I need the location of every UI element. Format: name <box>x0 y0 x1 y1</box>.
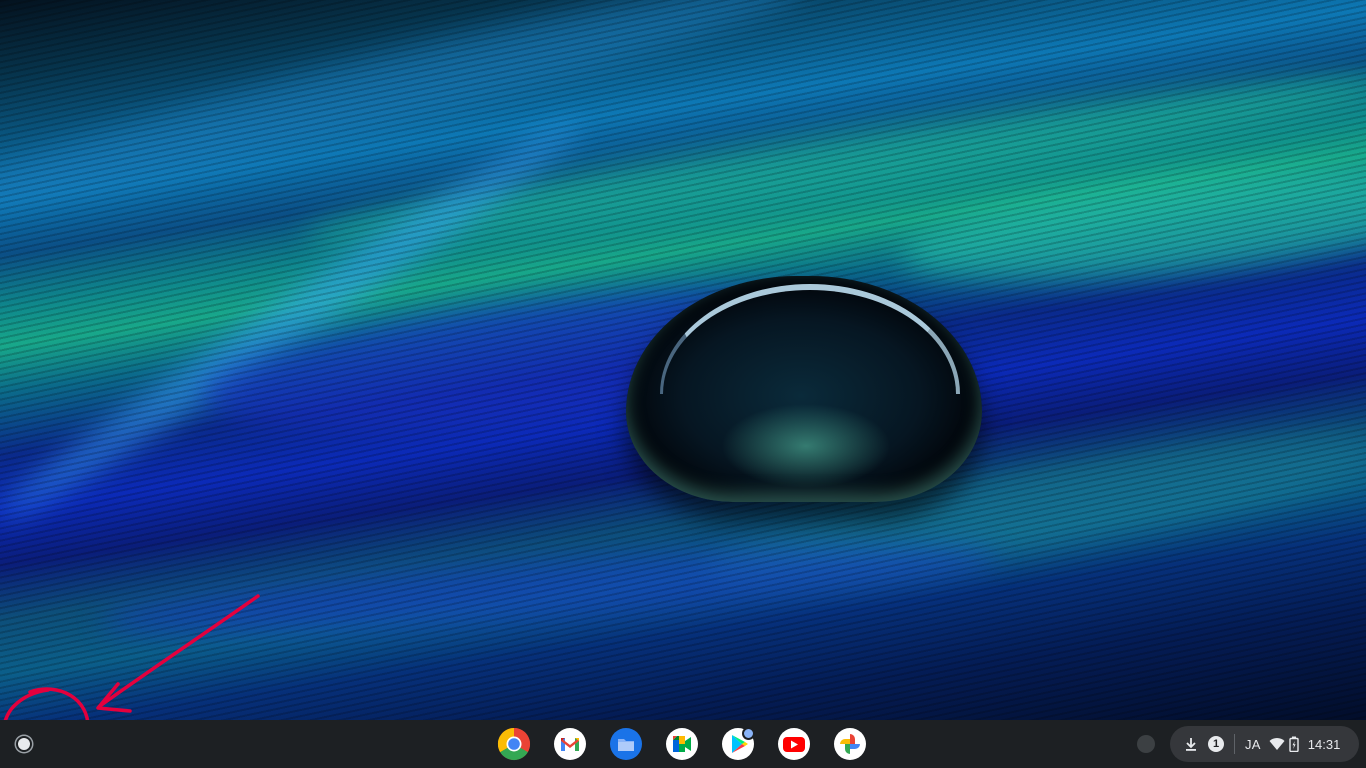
meet-app[interactable] <box>664 726 700 762</box>
pinned-apps <box>496 726 868 762</box>
shelf: 1 JA 14:31 <box>0 720 1366 768</box>
launcher-button[interactable] <box>8 728 40 760</box>
status-tray[interactable]: 1 JA 14:31 <box>1170 726 1359 762</box>
gmail-app[interactable] <box>552 726 588 762</box>
files-folder-icon <box>610 728 642 760</box>
youtube-icon <box>778 728 810 760</box>
battery-icon <box>1289 736 1299 752</box>
ime-indicator[interactable]: JA <box>1245 737 1261 752</box>
google-photos-icon <box>834 728 866 760</box>
youtube-app[interactable] <box>776 726 812 762</box>
google-meet-icon <box>666 728 698 760</box>
launcher-circle-icon <box>18 738 30 750</box>
photos-app[interactable] <box>832 726 868 762</box>
chrome-app[interactable] <box>496 726 532 762</box>
chrome-icon <box>497 727 531 761</box>
notification-count-badge[interactable]: 1 <box>1208 736 1224 752</box>
download-icon[interactable] <box>1184 737 1198 751</box>
screen-capture-button[interactable] <box>1137 735 1155 753</box>
tray-divider <box>1234 734 1235 754</box>
play-store-app[interactable] <box>720 726 756 762</box>
desktop-wallpaper <box>0 0 1366 720</box>
wifi-icon <box>1269 737 1285 751</box>
gmail-icon <box>554 728 586 760</box>
notification-badge <box>742 727 755 740</box>
files-app[interactable] <box>608 726 644 762</box>
clock-time[interactable]: 14:31 <box>1308 737 1341 752</box>
